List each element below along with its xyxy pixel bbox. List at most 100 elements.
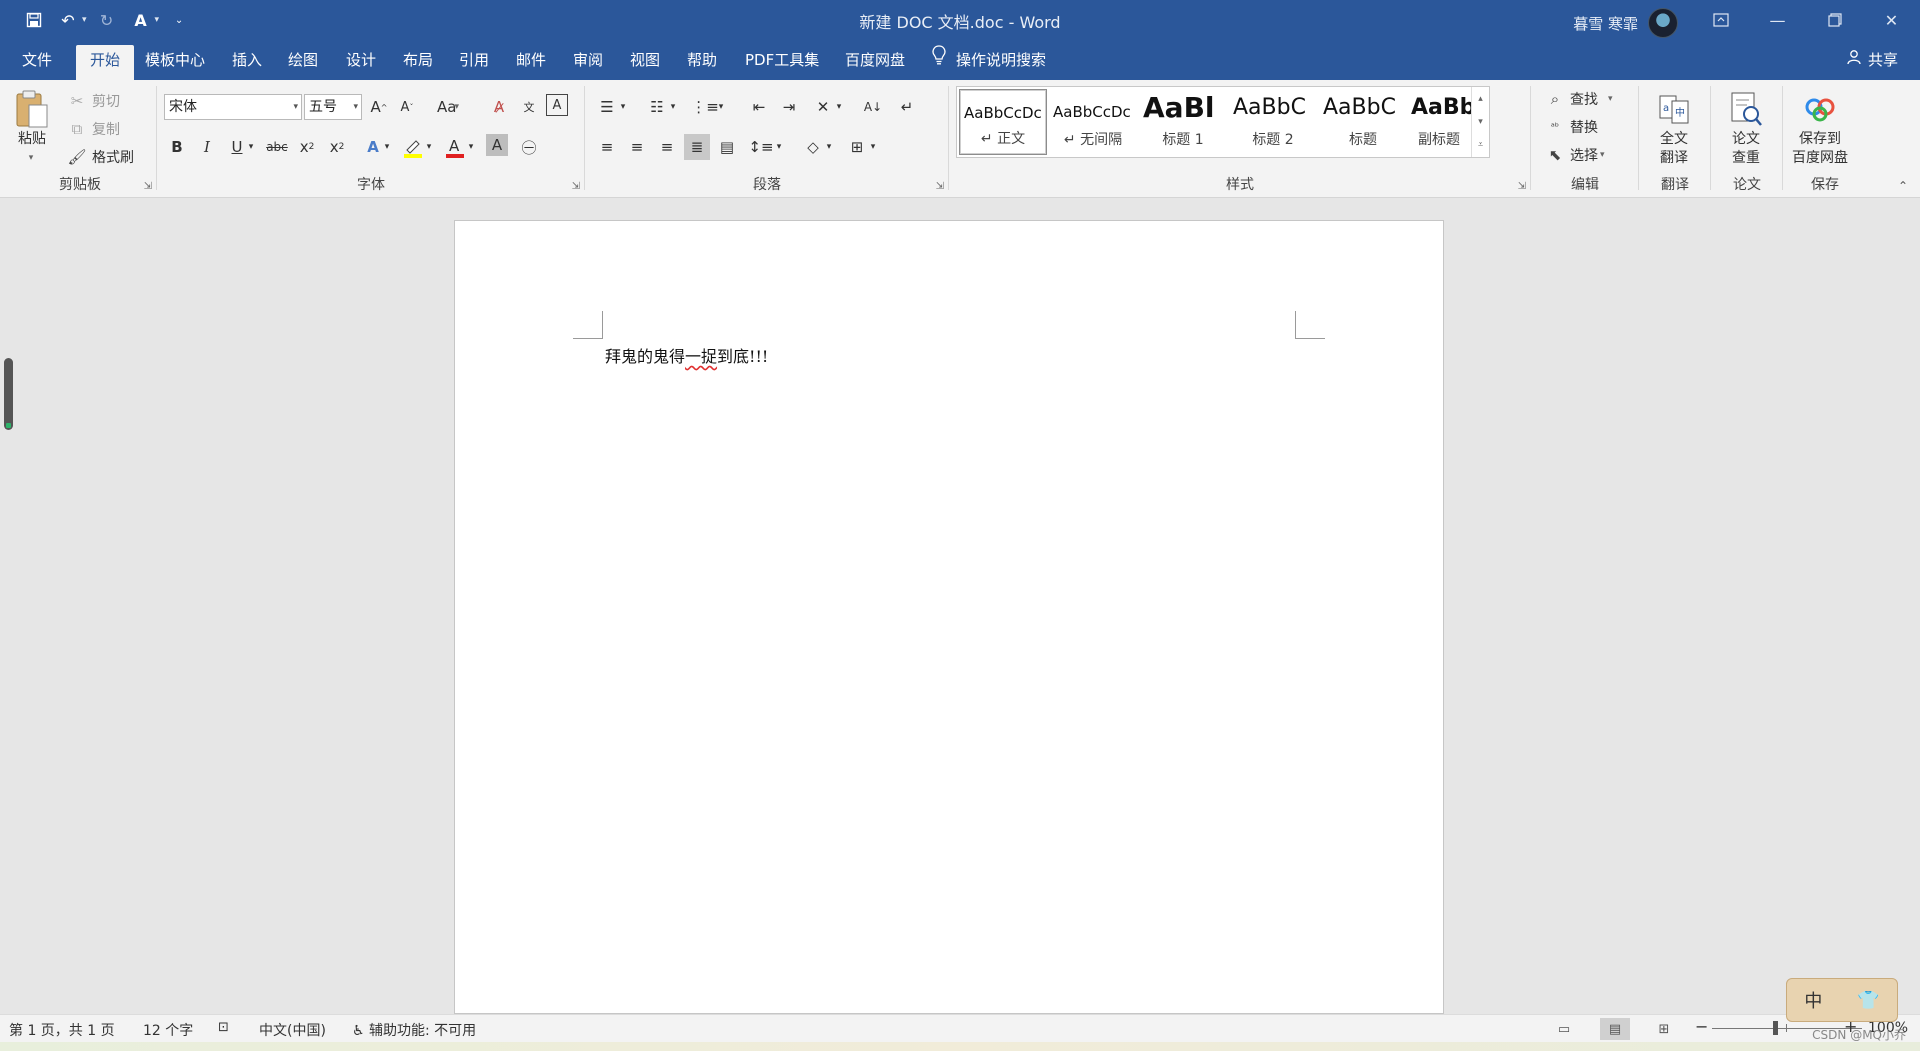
plagiarism-check-button[interactable]: 论文 查重 xyxy=(1728,90,1764,168)
word-count[interactable]: 12 个字 xyxy=(143,1020,193,1040)
justify-icon[interactable]: ≣ xyxy=(684,134,710,160)
enclose-characters-icon[interactable]: ㊀ xyxy=(516,134,542,160)
tab-home[interactable]: 开始 xyxy=(76,45,135,80)
font-color-dropdown-icon[interactable]: ▾ xyxy=(464,134,478,160)
superscript-icon[interactable]: x2 xyxy=(324,134,350,160)
multilevel-list-dropdown-icon[interactable]: ▾ xyxy=(714,94,728,120)
user-account[interactable]: 暮雪 寒霏 xyxy=(1573,8,1678,38)
tab-mailings[interactable]: 邮件 xyxy=(502,45,560,76)
ime-mode[interactable]: 中 xyxy=(1804,987,1822,1013)
language-indicator[interactable]: 中文(中国) xyxy=(259,1020,326,1040)
save-to-baidu-button[interactable]: 保存到 百度网盘 xyxy=(1792,90,1848,168)
shrink-font-icon[interactable]: Aˇ xyxy=(394,94,420,120)
clear-formatting-icon[interactable]: A̷ xyxy=(486,94,512,120)
style-no-spacing[interactable]: AaBbCcDc ↵ 无间隔 xyxy=(1049,89,1137,155)
copy-button[interactable]: ⧉ 复制 xyxy=(66,116,120,142)
decrease-indent-icon[interactable]: ⇤ xyxy=(746,94,772,120)
page-count[interactable]: 第 1 页，共 1 页 xyxy=(9,1020,115,1040)
proofing-icon[interactable]: ⊡ xyxy=(218,1020,229,1035)
subscript-icon[interactable]: x2 xyxy=(294,134,320,160)
cut-button[interactable]: ✂ 剪切 xyxy=(66,88,120,114)
paste-button[interactable]: 粘贴 ▾ xyxy=(14,90,50,168)
zoom-out-icon[interactable]: − xyxy=(1695,1017,1708,1036)
grow-font-icon[interactable]: A ^ xyxy=(366,94,392,120)
tab-file[interactable]: 文件 xyxy=(8,45,66,76)
sort-icon[interactable]: A↓ xyxy=(860,94,886,120)
change-case-icon[interactable]: Aa ▾ xyxy=(428,94,468,120)
scroll-up-icon[interactable]: ▴ xyxy=(1478,94,1483,104)
tab-help[interactable]: 帮助 xyxy=(673,45,731,76)
distributed-icon[interactable]: ▤ xyxy=(714,134,740,160)
numbering-dropdown-icon[interactable]: ▾ xyxy=(666,94,680,120)
web-layout-icon[interactable]: ⊞ xyxy=(1649,1018,1679,1040)
font-name-combo[interactable]: 宋体 ▾ xyxy=(164,94,302,120)
select-button[interactable]: ⬉ 选择 ▾ xyxy=(1544,142,1605,168)
paste-dropdown-icon[interactable]: ▾ xyxy=(29,149,34,168)
style-heading-1[interactable]: AaBl 标题 1 xyxy=(1139,89,1227,155)
bold-icon[interactable]: B xyxy=(164,134,190,160)
tab-insert[interactable]: 插入 xyxy=(218,45,276,76)
full-translate-button[interactable]: a中 全文 翻译 xyxy=(1656,90,1692,168)
tab-view[interactable]: 视图 xyxy=(616,45,674,76)
scroll-down-icon[interactable]: ▾ xyxy=(1478,117,1483,127)
document-body-text[interactable]: 拜鬼的鬼得一捉到底!!! xyxy=(605,343,768,367)
style-heading-2[interactable]: AaBbC 标题 2 xyxy=(1229,89,1317,155)
restore-icon[interactable] xyxy=(1806,0,1863,40)
zoom-slider-thumb[interactable] xyxy=(1773,1021,1778,1035)
tab-references[interactable]: 引用 xyxy=(445,45,503,76)
ime-skin-icon[interactable]: 👕 xyxy=(1857,990,1879,1011)
character-shading-icon[interactable]: A xyxy=(486,134,508,156)
spelling-error-text[interactable]: 一捉 xyxy=(685,347,717,366)
tab-design[interactable]: 设计 xyxy=(332,45,390,76)
character-border-icon[interactable]: A xyxy=(546,94,568,116)
ime-toolbar[interactable]: 中 👕 xyxy=(1786,978,1898,1022)
bullets-dropdown-icon[interactable]: ▾ xyxy=(616,94,630,120)
format-painter-button[interactable]: 🖌 格式刷 xyxy=(66,144,134,170)
line-spacing-icon[interactable]: ↕≡ xyxy=(748,134,774,160)
style-title[interactable]: AaBbC 标题 xyxy=(1319,89,1407,155)
tab-layout[interactable]: 布局 xyxy=(389,45,447,76)
styles-dialog-launcher-icon[interactable]: ⇲ xyxy=(1518,181,1526,192)
tab-pdf-tools[interactable]: PDF工具集 xyxy=(731,45,833,76)
align-right-icon[interactable]: ≡ xyxy=(654,134,680,160)
tell-me-search[interactable]: 操作说明搜索 xyxy=(932,45,1046,76)
clipboard-dialog-launcher-icon[interactable]: ⇲ xyxy=(144,181,152,192)
accessibility-status[interactable]: ♿︎ 辅助功能: 不可用 xyxy=(352,1020,476,1040)
strikethrough-icon[interactable]: abc xyxy=(264,134,290,160)
spelling-icon[interactable]: A xyxy=(127,6,155,34)
shading-dropdown-icon[interactable]: ▾ xyxy=(822,134,836,160)
select-dropdown-icon[interactable]: ▾ xyxy=(1600,150,1605,160)
tab-baidu-netdisk[interactable]: 百度网盘 xyxy=(831,45,919,76)
align-left-icon[interactable]: ≡ xyxy=(594,134,620,160)
borders-dropdown-icon[interactable]: ▾ xyxy=(866,134,880,160)
avatar[interactable] xyxy=(1648,8,1678,38)
highlight-dropdown-icon[interactable]: ▾ xyxy=(422,134,436,160)
show-formatting-marks-icon[interactable]: ↵ xyxy=(894,94,920,120)
tab-review[interactable]: 审阅 xyxy=(559,45,617,76)
read-mode-icon[interactable]: ▭ xyxy=(1549,1018,1579,1040)
text-effects-dropdown-icon[interactable]: ▾ xyxy=(380,134,394,160)
close-icon[interactable]: ✕ xyxy=(1863,0,1920,40)
side-handle[interactable] xyxy=(4,358,13,430)
customize-qat-icon[interactable]: ⌄ xyxy=(165,6,193,34)
line-spacing-dropdown-icon[interactable]: ▾ xyxy=(772,134,786,160)
undo-dropdown-icon[interactable]: ▾ xyxy=(82,15,87,25)
more-styles-icon[interactable]: ⩡ xyxy=(1478,140,1483,150)
replace-button[interactable]: ᵃᵇ 替换 xyxy=(1544,114,1598,140)
italic-icon[interactable]: I xyxy=(194,134,220,160)
spelling-dropdown-icon[interactable]: ▾ xyxy=(155,15,160,25)
tab-draw[interactable]: 绘图 xyxy=(274,45,332,76)
font-size-combo[interactable]: 五号 ▾ xyxy=(304,94,362,120)
chinese-layout-dropdown-icon[interactable]: ▾ xyxy=(832,94,846,120)
style-normal[interactable]: AaBbCcDc ↵ 正文 xyxy=(959,89,1047,155)
find-button[interactable]: ⌕ 查找 ▾ xyxy=(1544,86,1613,112)
underline-dropdown-icon[interactable]: ▾ xyxy=(244,134,258,160)
increase-indent-icon[interactable]: ⇥ xyxy=(776,94,802,120)
tab-template-center[interactable]: 模板中心 xyxy=(131,45,219,76)
redo-icon[interactable]: ↻ xyxy=(93,6,121,34)
collapse-ribbon-icon[interactable]: ⌃ xyxy=(1898,179,1908,193)
align-center-icon[interactable]: ≡ xyxy=(624,134,650,160)
save-icon[interactable] xyxy=(20,6,48,34)
font-dialog-launcher-icon[interactable]: ⇲ xyxy=(572,181,580,192)
ribbon-display-options-icon[interactable] xyxy=(1692,0,1749,40)
